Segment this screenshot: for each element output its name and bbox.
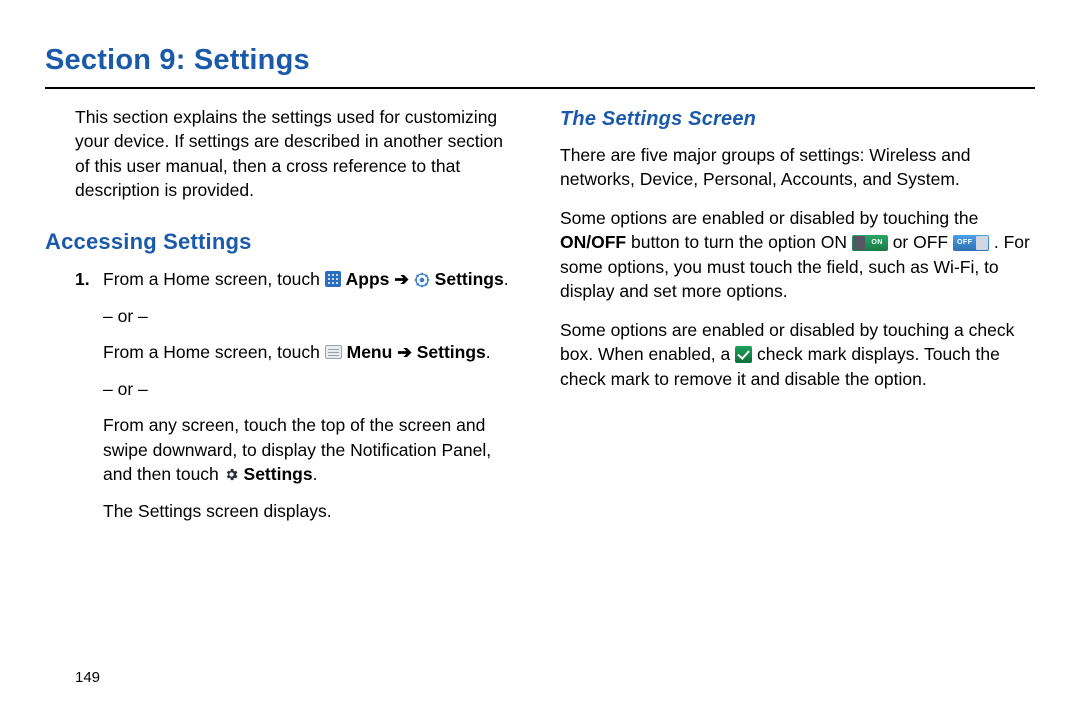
page-number: 149: [75, 667, 100, 688]
settings-gear-icon: [414, 270, 430, 286]
settings-cog-icon: [224, 464, 239, 479]
steps-list: 1. From a Home screen, touch Apps ➔: [75, 267, 520, 535]
section-title: Section 9: Settings: [45, 40, 1035, 89]
settings-screen-heading: The Settings Screen: [560, 105, 1035, 133]
section-intro: This section explains the settings used …: [75, 105, 520, 203]
step-body: From a Home screen, touch Apps ➔: [103, 267, 520, 535]
right-para-2: Some options are enabled or disabled by …: [560, 206, 1035, 304]
toggle-off-icon: [953, 235, 989, 251]
step-result: The Settings screen displays.: [103, 499, 520, 524]
step-line-2: From a Home screen, touch Menu ➔ Setting…: [103, 340, 520, 365]
step-number: 1.: [75, 267, 103, 535]
or-separator-1: – or –: [103, 304, 520, 329]
right-para-1: There are five major groups of settings:…: [560, 143, 1035, 192]
two-column-layout: This section explains the settings used …: [45, 105, 1035, 548]
or-separator-2: – or –: [103, 377, 520, 402]
checkmark-icon: [735, 346, 752, 363]
step-line-3: From any screen, touch the top of the sc…: [103, 413, 520, 487]
toggle-on-icon: [852, 235, 888, 251]
step-1: 1. From a Home screen, touch Apps ➔: [75, 267, 520, 535]
menu-icon: [325, 345, 342, 359]
accessing-settings-heading: Accessing Settings: [45, 227, 520, 258]
step-line-1: From a Home screen, touch Apps ➔: [103, 267, 520, 292]
apps-grid-icon: [325, 271, 341, 287]
left-column: This section explains the settings used …: [45, 105, 520, 548]
right-para-3: Some options are enabled or disabled by …: [560, 318, 1035, 392]
right-column: The Settings Screen There are five major…: [560, 105, 1035, 548]
